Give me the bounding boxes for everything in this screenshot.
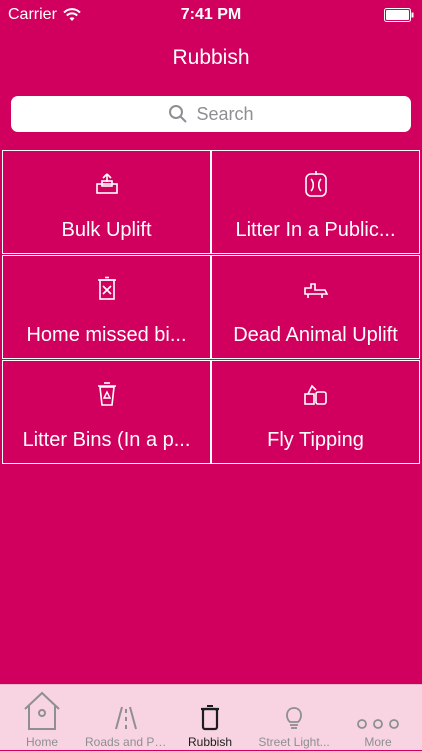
search-icon xyxy=(169,105,188,123)
tile-home-missed-bin[interactable]: Home missed bi... xyxy=(2,255,211,359)
tile-label: Bulk Uplift xyxy=(61,219,152,241)
tab-rubbish[interactable]: Rubbish xyxy=(168,685,252,751)
missed-bin-icon xyxy=(96,276,118,302)
recycling-bin-icon xyxy=(96,381,118,407)
tab-street-lighting[interactable]: Street Light... xyxy=(252,685,336,751)
tile-label: Home missed bi... xyxy=(26,324,187,346)
tab-label: Roads and Pa... xyxy=(85,735,167,749)
tab-roads-and-pavements[interactable]: Roads and Pa... xyxy=(84,685,168,751)
battery-icon xyxy=(384,8,414,22)
status-bar: Carrier 7:41 PM xyxy=(0,0,422,30)
box-upload-icon xyxy=(94,171,120,197)
tile-label: Litter Bins (In a p... xyxy=(22,429,191,451)
tab-home[interactable]: Home xyxy=(0,685,84,751)
dead-animal-icon xyxy=(302,276,330,302)
tab-label: More xyxy=(364,735,392,749)
tab-label: Rubbish xyxy=(187,735,233,749)
tab-label: Home xyxy=(25,735,58,749)
tile-label: Litter In a Public... xyxy=(235,219,396,241)
tile-label: Fly Tipping xyxy=(267,429,364,451)
house-icon xyxy=(22,685,62,731)
tile-fly-tipping[interactable]: Fly Tipping xyxy=(211,360,420,464)
status-time: 7:41 PM xyxy=(180,6,242,23)
tile-bulk-uplift[interactable]: Bulk Uplift xyxy=(2,150,211,254)
tab-label: Street Light... xyxy=(258,735,330,749)
tab-more[interactable]: More xyxy=(336,685,420,751)
search-input[interactable]: Search xyxy=(11,96,411,132)
tile-label: Dead Animal Uplift xyxy=(233,324,398,346)
tile-dead-animal-uplift[interactable]: Dead Animal Uplift xyxy=(211,255,420,359)
tile-litter-bins[interactable]: Litter Bins (In a p... xyxy=(2,360,211,464)
more-dots-icon xyxy=(356,685,400,731)
page-title: Rubbish xyxy=(172,46,250,69)
tile-litter-in-public[interactable]: Litter In a Public... xyxy=(211,150,420,254)
navigation-bar: Rubbish xyxy=(0,30,422,86)
tab-bar: Home Roads and Pa... Rubbish Street Ligh… xyxy=(0,684,422,750)
search-placeholder: Search xyxy=(196,103,254,124)
lightbulb-icon xyxy=(283,685,305,731)
apple-core-icon xyxy=(303,171,329,197)
road-icon xyxy=(113,685,139,731)
dumped-items-icon xyxy=(303,381,329,407)
bin-icon xyxy=(199,685,221,731)
